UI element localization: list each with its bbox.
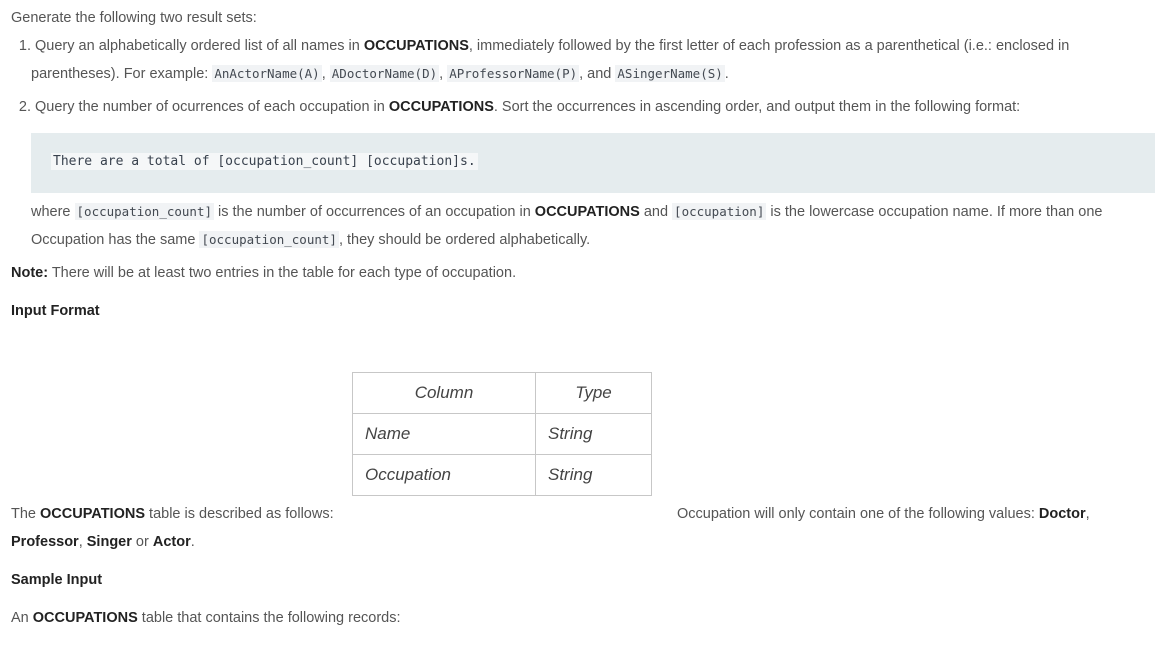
list-number-2: 2. [18,99,31,115]
list-number-1: 1. [18,38,31,54]
item1-text-b: , immediately followed by the first lett… [468,38,1070,54]
occupations-term: OCCUPATIONS [40,506,146,522]
note-text: There will be at least two entries in th… [48,265,517,281]
described-text-a: The [11,506,41,522]
sample-text-a: An [11,610,33,626]
described-text-b: table is described as follows: [145,506,334,522]
table-cell: Occupation [352,454,536,496]
table-row: Occupation String [352,454,652,496]
occupation-code: [occupation] [672,203,767,220]
values-text: Occupation will only contain one of the … [677,506,1039,522]
separator: , [78,534,87,550]
occupation-count-code: [occupation_count] [74,203,214,220]
separator: , and [579,66,616,82]
value-singer: Singer [86,534,132,550]
example-singer-code: ASingerName(S) [615,65,725,82]
where-text-c: and [639,204,673,220]
occupations-term: OCCUPATIONS [363,38,469,54]
values-line-2: Professor, Singer or Actor. [11,532,195,552]
table-cell: Name [352,413,536,455]
table-header-column: Column [352,372,536,414]
item2-text-a: Query the number of ocurrences of each o… [31,99,389,115]
item1-text-a: Query an alphabetically ordered list of … [31,38,364,54]
input-format-heading: Input Format [11,303,100,319]
note-label: Note: [11,265,49,281]
sample-input-heading: Sample Input [11,572,103,588]
where-text-a: where [31,204,75,220]
where-line-1: where [occupation_count] is the number o… [31,202,1102,222]
item2-text-b: . Sort the occurrences in ascending orde… [493,99,1021,115]
occupations-term: OCCUPATIONS [32,610,138,626]
intro-text: Generate the following two result sets: [11,10,257,26]
value-doctor: Doctor [1038,506,1086,522]
period: . [724,66,729,82]
example-professor-code: AProfessorName(P) [447,65,580,82]
table-header-type: Type [535,372,652,414]
code-block: There are a total of [occupation_count] … [31,133,1155,193]
sample-input-text: An OCCUPATIONS table that contains the f… [11,608,401,628]
where-text-f: , they should be ordered alphabetically. [338,232,591,248]
columns-table: Column Type Name String Occupation Strin… [352,372,652,496]
separator: , [439,66,448,82]
list-item-1-line-2: parentheses). For example: AnActorName(A… [31,64,729,84]
occupations-term: OCCUPATIONS [534,204,640,220]
occupation-count-code: [occupation_count] [199,231,339,248]
list-item-2: 2. Query the number of ocurrences of eac… [11,97,1020,117]
separator: , [321,66,330,82]
occupations-term: OCCUPATIONS [388,99,494,115]
period: . [190,534,195,550]
item1-text-c: parentheses). For example: [31,66,213,82]
table-cell: String [535,454,652,496]
where-text-d: is the lowercase occupation name. If mor… [766,204,1103,220]
table-row: Name String [352,413,652,455]
table-header-row: Column Type [352,372,652,414]
separator: or [131,534,153,550]
described-text: The OCCUPATIONS table is described as fo… [11,504,334,524]
separator: , [1085,506,1090,522]
where-text-e: Occupation has the same [31,232,200,248]
note: Note: There will be at least two entries… [11,263,516,283]
sample-text-b: table that contains the following record… [137,610,401,626]
example-actor-code: AnActorName(A) [212,65,322,82]
values-line-1: Occupation will only contain one of the … [677,504,1090,524]
list-item-1-line-1: 1. Query an alphabetically ordered list … [11,36,1069,56]
value-actor: Actor [152,534,191,550]
value-professor: Professor [11,534,79,550]
table-cell: String [535,413,652,455]
output-format-code: There are a total of [occupation_count] … [51,153,478,170]
where-text-b: is the number of occurrences of an occup… [214,204,535,220]
where-line-2: Occupation has the same [occupation_coun… [31,230,590,250]
example-doctor-code: ADoctorName(D) [329,65,440,82]
